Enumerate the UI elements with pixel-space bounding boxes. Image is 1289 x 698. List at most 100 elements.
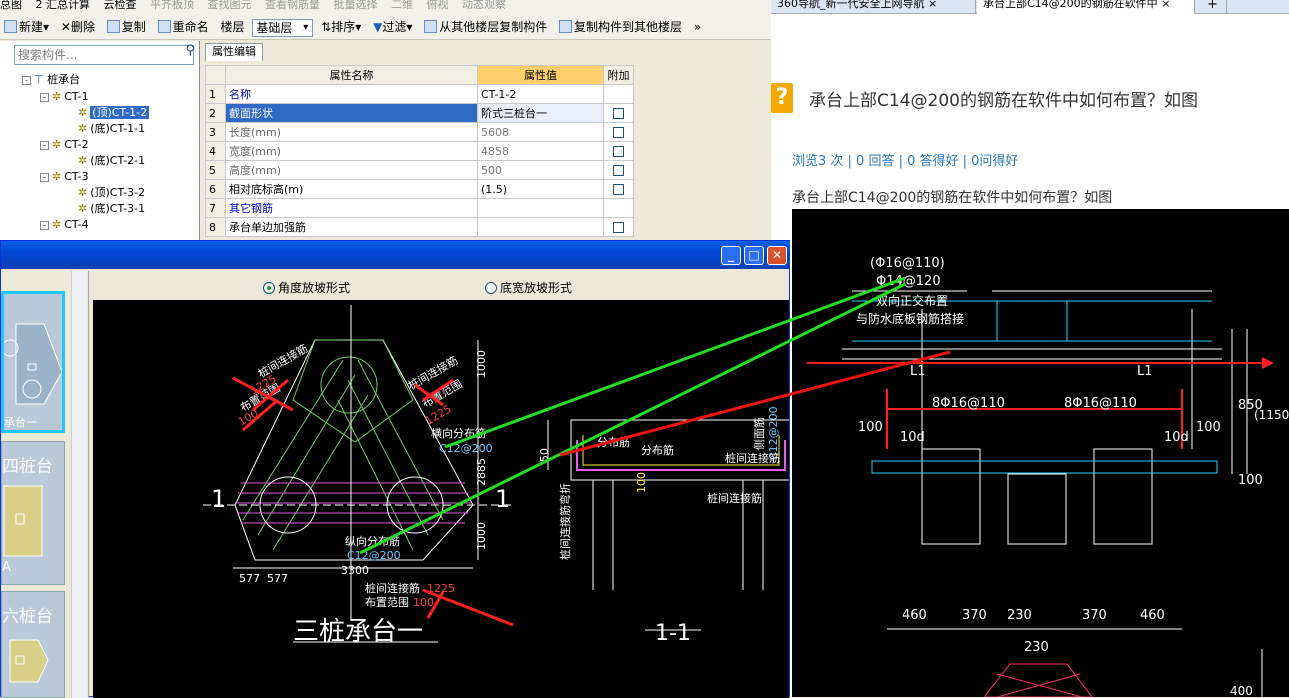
table-row[interactable]: 2 截面形状 阶式三桩台一	[205, 103, 634, 123]
width-slope-radio[interactable]: 底宽放坡形式	[485, 279, 572, 296]
section-shape-dialog: _ □ ✕ 承台一 四桩台 A 六桩台 角度放坡形式 底宽放坡形式 1 1 桩间…	[0, 240, 790, 698]
drawing-text-t2: Φ14@120	[876, 274, 941, 289]
table-row[interactable]: 3 长度(mm) 5608	[205, 122, 634, 142]
toolbar-overflow-button[interactable]: »	[690, 14, 705, 39]
collapse-icon[interactable]: -	[40, 173, 49, 182]
gear-icon: ✲	[78, 186, 88, 199]
tree-node-ct3[interactable]: - ✲ CT-3	[40, 170, 89, 184]
table-row[interactable]: 5 高度(mm) 500	[205, 160, 634, 180]
tree-node-ct1[interactable]: - ✲ CT-1	[40, 90, 89, 104]
property-name: 相对底标高(m)	[225, 179, 478, 199]
menu-item-9[interactable]: 动态观察	[462, 0, 506, 10]
menu-item-8[interactable]: 俯视	[427, 0, 449, 10]
close-icon[interactable]: ×	[928, 0, 937, 10]
tree-node-label: 桩承台	[47, 73, 81, 86]
question-stats[interactable]: 浏览3 次 | 0 回答 | 0 答得好 | 0问得好	[792, 150, 1018, 169]
property-value[interactable]: 阶式三桩台一	[477, 103, 604, 123]
copy-from-floor-button[interactable]: 从其他楼层复制构件	[420, 14, 551, 39]
tree-node-pile-cap[interactable]: - ⊤ 桩承台	[22, 73, 80, 87]
cad-drawing-canvas[interactable]: 1 1 桩间连接筋 布置范围 1225 100 桩间连接筋 布置范围 1225 …	[93, 300, 789, 698]
menu-item-5[interactable]: 查看钢筋量	[265, 0, 320, 10]
table-row[interactable]: 8 承台单边加强筋	[205, 217, 634, 237]
drawing-text-d100c: 100	[1238, 473, 1263, 488]
delete-button[interactable]: ✕删除	[57, 14, 99, 39]
property-value[interactable]	[477, 217, 604, 237]
tree-node-ct1-2[interactable]: ✲ (顶)CT-1-2	[78, 106, 150, 120]
browser-tab-question[interactable]: 承台上部C14@200的钢筋在软件中 ×	[977, 0, 1195, 14]
tab-property-edit[interactable]: 属性编辑	[205, 43, 263, 61]
cad-label-cmj: 侧面筋	[752, 417, 766, 450]
tree-node-ct4[interactable]: - ✲ CT-4	[40, 218, 89, 232]
menu-item-2[interactable]: 云检查	[104, 0, 137, 10]
menu-item-6[interactable]: 批量选择	[334, 0, 378, 10]
property-value[interactable]: 5608	[477, 122, 604, 142]
drawing-text-bar2: 8Φ16@110	[1064, 396, 1137, 411]
collapse-icon[interactable]: -	[40, 141, 49, 150]
extra-checkbox[interactable]	[613, 165, 624, 176]
rename-button[interactable]: 重命名	[154, 14, 213, 39]
table-row[interactable]: 4 宽度(mm) 4858	[205, 141, 634, 161]
tree-node-ct1-1[interactable]: ✲ (底)CT-1-1	[78, 122, 145, 136]
thumbnail-six-pile-cap[interactable]: 六桩台	[1, 591, 65, 698]
table-row[interactable]: 6 相对底标高(m) (1.5)	[205, 179, 634, 199]
row-number: 3	[205, 122, 226, 142]
floor-select[interactable]: 基础层	[252, 18, 314, 37]
property-value[interactable]: (1.5)	[477, 179, 604, 199]
search-input[interactable]: 搜索构件...	[14, 45, 194, 65]
sort-button[interactable]: ⇅排序▾	[317, 14, 365, 39]
property-value[interactable]: 500	[477, 160, 604, 180]
copy-button[interactable]: 复制	[103, 14, 150, 39]
row-number: 8	[205, 217, 226, 237]
menu-item-3[interactable]: 平齐板顶	[150, 0, 194, 10]
table-row[interactable]: 7 其它钢筋	[205, 198, 634, 218]
table-row[interactable]: 1 名称 CT-1-2	[205, 84, 634, 104]
drawing-text-t3: 双向正交布置	[876, 293, 948, 308]
search-icon[interactable]: ⚲	[185, 43, 195, 58]
extra-checkbox[interactable]	[613, 108, 624, 119]
new-button[interactable]: 新建▾	[0, 14, 53, 39]
collapse-icon[interactable]: -	[40, 93, 49, 102]
tree-node-ct2[interactable]: - ✲ CT-2	[40, 138, 89, 152]
gear-icon: ✲	[78, 154, 88, 167]
extra-checkbox[interactable]	[613, 146, 624, 157]
property-value[interactable]: CT-1-2	[477, 84, 604, 104]
extra-checkbox[interactable]	[613, 127, 624, 138]
filter-button[interactable]: ▼过滤▾	[369, 14, 416, 39]
tree-node-ct2-1[interactable]: ✲ (底)CT-2-1	[78, 154, 145, 168]
dialog-titlebar[interactable]: _ □ ✕	[1, 241, 790, 269]
drawing-text-t4: 与防水底板钢筋搭接	[856, 311, 964, 326]
row-number: 1	[205, 84, 226, 104]
angle-slope-radio[interactable]: 角度放坡形式	[263, 279, 350, 296]
close-icon[interactable]: ×	[1161, 0, 1170, 10]
thumbnail-four-pile-cap[interactable]: 四桩台 A	[1, 441, 65, 585]
close-icon[interactable]: ✕	[767, 246, 787, 265]
property-value[interactable]	[477, 198, 604, 218]
new-tab-button[interactable]: +	[1201, 0, 1227, 14]
collapse-icon[interactable]: -	[22, 76, 31, 85]
maximize-icon[interactable]: □	[744, 246, 764, 265]
extra-checkbox[interactable]	[613, 222, 624, 233]
menu-item-4[interactable]: 查找图元	[208, 0, 252, 10]
property-value[interactable]: 4858	[477, 141, 604, 161]
menu-item-0[interactable]: 总图	[0, 0, 22, 10]
browser-tab-360[interactable]: 360导航_新一代安全上网导航 ×	[771, 0, 976, 14]
menu-item-1[interactable]: 2 汇总计算	[36, 0, 91, 10]
extra-checkbox[interactable]	[613, 184, 624, 195]
collapse-icon[interactable]: -	[40, 221, 49, 230]
pile-cap-icon: ⊤	[34, 73, 44, 86]
thumbnail-three-pile-cap[interactable]: 承台一	[1, 291, 65, 433]
tree-node-ct3-1[interactable]: ✲ (底)CT-3-1	[78, 202, 145, 216]
minimize-icon[interactable]: _	[721, 246, 741, 265]
thumbnail-scrollbar[interactable]	[71, 271, 87, 698]
drawing-dim-4: 460	[1140, 608, 1165, 623]
tree-node-ct3-2[interactable]: ✲ (顶)CT-3-2	[78, 186, 145, 200]
radio-indicator[interactable]	[485, 282, 497, 294]
radio-indicator[interactable]	[263, 282, 275, 294]
gear-icon: ✲	[52, 170, 62, 183]
copy-to-floor-button[interactable]: 复制构件到其他楼层	[555, 14, 686, 39]
cad-label-fbj2: 分布筋	[641, 443, 674, 457]
tree-node-label: (底)CT-2-1	[90, 154, 146, 167]
drawing-text-d10a: 10d	[900, 430, 925, 445]
menu-item-7[interactable]: 二维	[391, 0, 413, 10]
property-name: 宽度(mm)	[225, 141, 478, 161]
